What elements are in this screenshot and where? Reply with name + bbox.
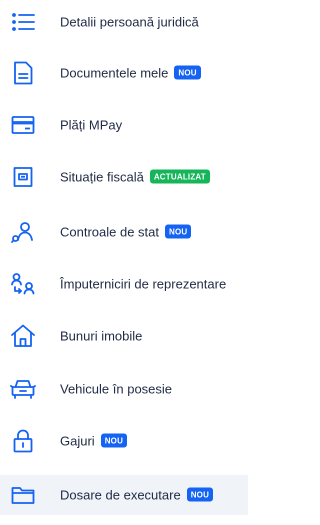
lock-icon bbox=[10, 428, 36, 454]
menu-item-mpay-payments[interactable]: Plăți MPay bbox=[0, 105, 248, 145]
menu-item-label: Plăți MPay bbox=[60, 117, 123, 133]
new-badge: NOU bbox=[174, 65, 201, 80]
tax-icon bbox=[10, 164, 36, 190]
menu-item-label: Detalii persoană juridică bbox=[60, 14, 199, 30]
updated-badge: ACTUALIZAT bbox=[149, 169, 210, 184]
menu-item-representation-powers[interactable]: Împuterniciri de reprezentare bbox=[0, 264, 248, 304]
menu-item-state-inspections[interactable]: Controale de stat NOU bbox=[0, 212, 248, 252]
new-badge: NOU bbox=[100, 433, 128, 448]
menu-item-tax-situation[interactable]: Situație fiscală ACTUALIZAT bbox=[0, 157, 248, 197]
menu-item-label: Împuterniciri de reprezentare bbox=[60, 276, 227, 292]
new-badge: NOU bbox=[186, 487, 214, 502]
menu-item-label: Bunuri imobile bbox=[60, 328, 143, 344]
menu-item-label: Controale de stat NOU bbox=[60, 224, 192, 240]
menu-item-company-details[interactable]: Detalii persoană juridică bbox=[0, 2, 248, 42]
menu-item-label: Gajuri NOU bbox=[60, 433, 128, 449]
menu-item-enforcement-files[interactable]: Dosare de executare NOU bbox=[0, 475, 248, 515]
car-icon bbox=[10, 376, 36, 402]
inspection-icon bbox=[10, 219, 36, 245]
menu-item-label: Situație fiscală ACTUALIZAT bbox=[60, 169, 210, 185]
menu-item-label: Dosare de executare NOU bbox=[60, 487, 214, 503]
delegation-icon bbox=[10, 271, 36, 297]
menu-item-real-estate[interactable]: Bunuri imobile bbox=[0, 316, 248, 356]
new-badge: NOU bbox=[165, 224, 192, 239]
menu-item-pledges[interactable]: Gajuri NOU bbox=[0, 421, 248, 461]
menu-item-label: Vehicule în posesie bbox=[60, 381, 173, 397]
card-icon bbox=[10, 112, 36, 138]
house-icon bbox=[10, 323, 36, 349]
menu-item-my-documents[interactable]: Documentele mele NOU bbox=[0, 53, 248, 93]
menu-item-owned-vehicles[interactable]: Vehicule în posesie bbox=[0, 369, 248, 409]
list-icon bbox=[10, 9, 36, 35]
menu-item-label: Documentele mele NOU bbox=[60, 65, 201, 81]
sidebar-menu: Detalii persoană juridică Documentele me… bbox=[0, 0, 248, 525]
folder-icon bbox=[10, 482, 36, 508]
document-icon bbox=[10, 60, 36, 86]
